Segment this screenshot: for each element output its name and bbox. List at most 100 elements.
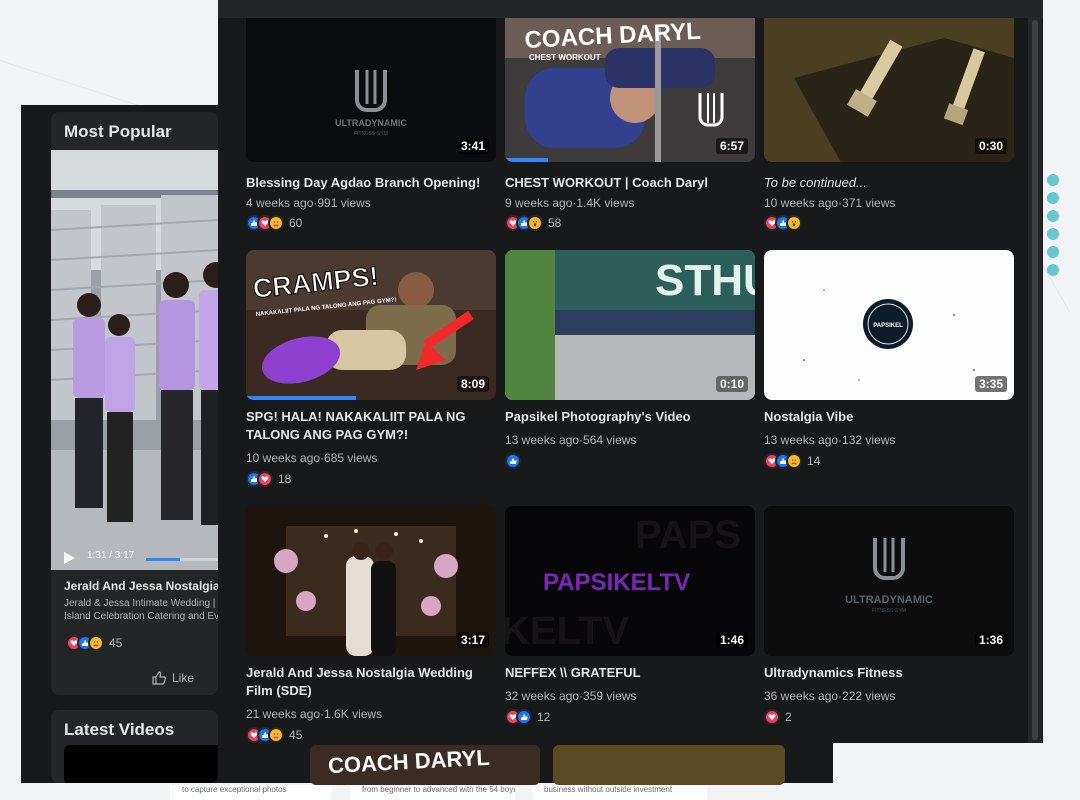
- wow-reaction-icon: [786, 215, 802, 231]
- latest-video-snippet: from beginner to advanced with the 54 bo…: [350, 785, 515, 800]
- svg-text:PAPS: PAPS: [635, 513, 741, 557]
- video-card[interactable]: COACH DARYL CHEST WORKOUT 6:57 CHEST WORKOU…: [505, 12, 755, 231]
- like-label: Like: [172, 671, 195, 685]
- most-popular-title: Most Popular: [64, 122, 172, 141]
- most-popular-panel: Most Popular 1:31 / 3:17 Jerald And Jess…: [51, 112, 218, 695]
- video-duration: 3:35: [974, 376, 1007, 392]
- video-meta: 13 weeks ago·564 views: [505, 433, 637, 447]
- video-card[interactable]: ULTRADYNAMIC FITNESS GYM 3:41 Blessing Day …: [246, 12, 496, 231]
- reaction-count: 58: [548, 216, 562, 230]
- reaction-count: 45: [109, 636, 123, 650]
- video-thumbnail[interactable]: CRAMPS! NAKAKALIIT PALA NG TALONG ANG PAG…: [246, 250, 496, 400]
- video-thumbnail[interactable]: COACH DARYL CHEST WORKOUT 6:57: [505, 18, 755, 162]
- play-icon[interactable]: [64, 552, 75, 564]
- svg-text:ULTRADYNAMIC: ULTRADYNAMIC: [845, 594, 933, 606]
- reaction-count: 14: [807, 454, 821, 468]
- video-title[interactable]: Blessing Day Agdao Branch Opening!: [246, 174, 496, 192]
- video-thumbnail[interactable]: PAPSIKEL 3:35: [764, 250, 1014, 400]
- video-progress-bar[interactable]: [146, 558, 218, 561]
- video-reactions[interactable]: 60: [246, 215, 302, 231]
- video-thumbnail[interactable]: ULTRADYNAMIC FITNESS GYM 3:41: [246, 18, 496, 162]
- video-title[interactable]: NEFFEX \\ GRATEFUL: [505, 664, 755, 682]
- latest-videos-title: Latest Videos: [64, 720, 175, 739]
- video-thumbnail[interactable]: STHU 0:10: [505, 250, 755, 400]
- video-reactions[interactable]: 14: [764, 453, 820, 469]
- video-thumbnail[interactable]: PAPS KELTV PAPSIKELTV 1:46: [505, 506, 755, 656]
- video-duration: 8:09: [456, 376, 489, 392]
- video-meta: 10 weeks ago·685 views: [246, 451, 378, 465]
- care-reaction-icon: [268, 727, 284, 743]
- video-card[interactable]: 0:30 To be continued... 10 weeks ago·371 v…: [764, 12, 1014, 231]
- watch-progress-bar: [246, 396, 356, 400]
- video-meta: 13 weeks ago·132 views: [764, 433, 896, 447]
- video-card[interactable]: PAPSIKEL 3:35 Nostalgia Vibe 13 weeks ago·1…: [764, 250, 1014, 469]
- thumbs-up-icon: [152, 671, 166, 685]
- video-meta: 4 weeks ago·991 views: [246, 196, 371, 210]
- featured-reactions[interactable]: 45: [66, 635, 122, 651]
- video-reactions[interactable]: 12: [505, 709, 550, 725]
- video-reactions[interactable]: [764, 215, 802, 231]
- video-title[interactable]: CHEST WORKOUT | Coach Daryl: [505, 174, 755, 192]
- svg-text:STHU: STHU: [655, 256, 755, 305]
- like-reaction-icon: [516, 709, 532, 725]
- video-card[interactable]: STHU 0:10 Papsikel Photography's Video 13 w…: [505, 250, 755, 469]
- reaction-count: 2: [785, 710, 792, 724]
- reaction-count: 60: [289, 216, 303, 230]
- svg-text:CHEST WORKOUT: CHEST WORKOUT: [529, 53, 601, 62]
- latest-video-thumbnail[interactable]: COACH DARYL: [310, 745, 540, 785]
- love-reaction-icon: [257, 471, 273, 487]
- video-thumbnail[interactable]: 3:17: [246, 506, 496, 656]
- latest-video-snippet: to capture exceptional photos: [170, 785, 332, 800]
- video-duration: 0:30: [974, 138, 1007, 154]
- video-meta: 10 weeks ago·371 views: [764, 196, 896, 210]
- latest-video-overlay-text: COACH DARYL: [327, 745, 491, 779]
- reaction-count: 12: [537, 710, 551, 724]
- video-title[interactable]: Papsikel Photography's Video: [505, 408, 755, 426]
- latest-video-thumbnail[interactable]: [64, 745, 218, 783]
- video-duration: 1:36: [974, 632, 1007, 648]
- latest-video-thumbnail[interactable]: [553, 745, 785, 785]
- latest-videos-panel: Latest Videos: [51, 710, 218, 783]
- reaction-count: 45: [289, 728, 303, 742]
- video-reactions[interactable]: 58: [505, 215, 561, 231]
- video-duration: 6:57: [715, 138, 748, 154]
- video-title[interactable]: Ultradynamics Fitness: [764, 664, 1014, 682]
- like-button[interactable]: Like: [151, 670, 194, 686]
- video-thumbnail[interactable]: ULTRADYNAMIC FITNESS GYM 1:36: [764, 506, 1014, 656]
- video-card[interactable]: PAPS KELTV PAPSIKELTV 1:46 NEFFEX \\ GRATEFU…: [505, 506, 755, 725]
- video-reactions[interactable]: 18: [246, 471, 291, 487]
- video-duration: 3:17: [456, 632, 489, 648]
- video-title[interactable]: Nostalgia Vibe: [764, 408, 1014, 426]
- svg-text:FITNESS GYM: FITNESS GYM: [872, 608, 906, 614]
- featured-video-title[interactable]: Jerald And Jessa Nostalgia: [64, 579, 218, 593]
- svg-text:ULTRADYNAMIC: ULTRADYNAMIC: [335, 118, 407, 128]
- video-title[interactable]: SPG! HALA! NAKAKALIIT PALA NG TALONG ANG…: [246, 408, 496, 444]
- video-card[interactable]: 3:17 Jerald And Jessa Nostalgia Wedding F…: [246, 506, 496, 743]
- video-thumbnail[interactable]: 0:30: [764, 18, 1014, 162]
- svg-text:KELTV: KELTV: [505, 609, 629, 653]
- video-reactions[interactable]: [505, 453, 521, 469]
- featured-video-frame: [51, 150, 218, 570]
- featured-video-description: Jerald & Jessa Intimate Wedding | Island…: [64, 598, 218, 622]
- featured-video-player[interactable]: 1:31 / 3:17: [51, 150, 218, 570]
- video-meta: 9 weeks ago·1.4K views: [505, 196, 635, 210]
- video-progress-fill: [146, 558, 180, 561]
- svg-text:PAPSIKEL: PAPSIKEL: [873, 323, 903, 329]
- care-reaction-icon: [88, 635, 104, 651]
- video-reactions[interactable]: 2: [764, 709, 792, 725]
- svg-text:FITNESS GYM: FITNESS GYM: [354, 131, 388, 137]
- care-reaction-icon: [786, 453, 802, 469]
- svg-text:PAPSIKELTV: PAPSIKELTV: [543, 569, 690, 596]
- scrollbar-thumb[interactable]: [1032, 20, 1038, 740]
- video-duration: 3:41: [456, 138, 489, 154]
- like-reaction-icon: [505, 453, 521, 469]
- latest-video-snippet: business without outside investment: [532, 785, 707, 800]
- care-reaction-icon: [268, 215, 284, 231]
- video-card[interactable]: ULTRADYNAMIC FITNESS GYM 1:36 Ultradynamics…: [764, 506, 1014, 725]
- video-duration: 0:10: [715, 376, 748, 392]
- video-reactions[interactable]: 45: [246, 727, 302, 743]
- watch-progress-bar: [505, 158, 548, 162]
- video-title[interactable]: To be continued...: [764, 174, 1014, 192]
- video-title[interactable]: Jerald And Jessa Nostalgia Wedding Film …: [246, 664, 496, 700]
- video-card[interactable]: CRAMPS! NAKAKALIIT PALA NG TALONG ANG PAG…: [246, 250, 496, 487]
